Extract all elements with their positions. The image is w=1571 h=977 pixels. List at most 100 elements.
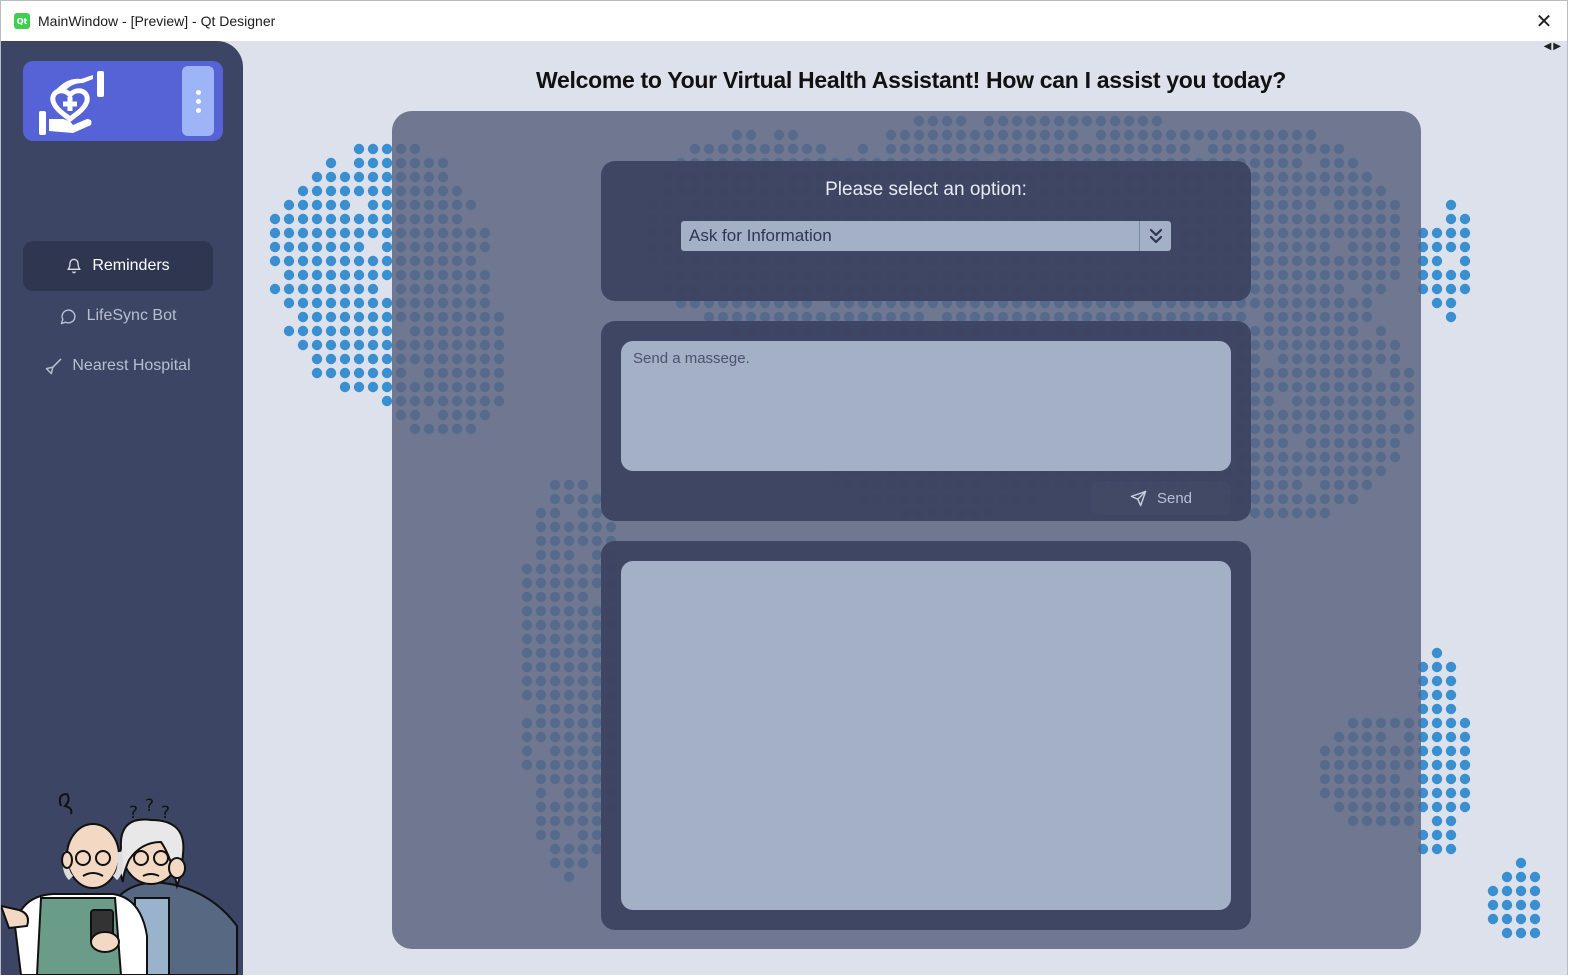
map-dot bbox=[325, 241, 337, 253]
map-dot bbox=[1501, 885, 1513, 897]
map-dot bbox=[381, 255, 393, 267]
map-dot bbox=[367, 367, 379, 379]
map-dot bbox=[1459, 731, 1471, 743]
map-dot bbox=[1529, 885, 1541, 897]
map-dot bbox=[311, 185, 323, 197]
map-dot bbox=[297, 227, 309, 239]
map-dot bbox=[353, 143, 365, 155]
map-dot bbox=[325, 339, 337, 351]
send-button[interactable]: Send bbox=[1091, 481, 1231, 515]
map-dot bbox=[325, 353, 337, 365]
map-dot bbox=[367, 325, 379, 337]
map-dot bbox=[325, 269, 337, 281]
map-dot bbox=[283, 241, 295, 253]
map-dot bbox=[1459, 213, 1471, 225]
map-dot bbox=[325, 157, 337, 169]
response-area bbox=[621, 561, 1231, 910]
map-dot bbox=[1529, 927, 1541, 939]
map-dot bbox=[1515, 913, 1527, 925]
map-dot bbox=[1459, 787, 1471, 799]
map-dot bbox=[311, 199, 323, 211]
map-dot bbox=[381, 325, 393, 337]
map-dot bbox=[367, 339, 379, 351]
sidebar-item-lifesync-bot[interactable]: LifeSync Bot bbox=[23, 291, 213, 341]
sidebar-item-nearest-hospital[interactable]: Nearest Hospital bbox=[23, 341, 213, 391]
map-dot bbox=[1459, 759, 1471, 771]
map-dot bbox=[1459, 801, 1471, 813]
map-dot bbox=[283, 283, 295, 295]
map-dot bbox=[297, 283, 309, 295]
map-dot bbox=[297, 185, 309, 197]
map-dot bbox=[1445, 801, 1457, 813]
map-dot bbox=[1529, 871, 1541, 883]
map-dot bbox=[311, 227, 323, 239]
hand-heart-care-icon bbox=[39, 71, 104, 135]
map-dot bbox=[325, 325, 337, 337]
map-dot bbox=[1445, 829, 1457, 841]
map-dot bbox=[1431, 269, 1443, 281]
scroll-arrows-icon[interactable]: ◀▶ bbox=[1544, 41, 1563, 52]
map-dot bbox=[381, 381, 393, 393]
map-dot bbox=[367, 269, 379, 281]
map-dot bbox=[1431, 745, 1443, 757]
map-dot bbox=[1445, 731, 1457, 743]
map-dot bbox=[1501, 871, 1513, 883]
map-dot bbox=[367, 381, 379, 393]
menu-toggle-button[interactable] bbox=[182, 66, 214, 136]
map-dot bbox=[381, 171, 393, 183]
bell-icon bbox=[67, 258, 81, 274]
map-dot bbox=[1431, 717, 1443, 729]
double-chevron-down-icon[interactable] bbox=[1139, 221, 1171, 251]
map-dot bbox=[381, 213, 393, 225]
map-dot bbox=[1515, 899, 1527, 911]
map-dot bbox=[311, 367, 323, 379]
map-dot bbox=[283, 325, 295, 337]
map-dot bbox=[311, 213, 323, 225]
map-dot bbox=[311, 339, 323, 351]
map-dot bbox=[297, 325, 309, 337]
map-dot bbox=[283, 227, 295, 239]
map-dot bbox=[1459, 283, 1471, 295]
close-button[interactable]: ✕ bbox=[1531, 9, 1557, 33]
map-dot bbox=[297, 255, 309, 267]
map-dot bbox=[339, 283, 351, 295]
qt-app-icon: Qt bbox=[14, 13, 30, 29]
map-dot bbox=[311, 255, 323, 267]
sidebar-item-reminders[interactable]: Reminders bbox=[23, 241, 213, 291]
map-dot bbox=[1445, 297, 1457, 309]
map-dot bbox=[283, 297, 295, 309]
map-dot bbox=[353, 269, 365, 281]
map-dot bbox=[381, 143, 393, 155]
map-dot bbox=[367, 213, 379, 225]
map-dot bbox=[325, 171, 337, 183]
map-dot bbox=[325, 283, 337, 295]
map-dot bbox=[381, 297, 393, 309]
option-select[interactable]: Ask for Information bbox=[681, 221, 1171, 251]
map-dot bbox=[297, 311, 309, 323]
map-dot bbox=[353, 381, 365, 393]
option-card: Please select an option: Ask for Informa… bbox=[601, 161, 1251, 301]
map-dot bbox=[353, 227, 365, 239]
map-dot bbox=[1445, 283, 1457, 295]
map-dot bbox=[1431, 283, 1443, 295]
map-dot bbox=[297, 339, 309, 351]
map-dot bbox=[297, 297, 309, 309]
map-dot bbox=[381, 269, 393, 281]
map-dot bbox=[1487, 899, 1499, 911]
map-dot bbox=[311, 311, 323, 323]
map-dot bbox=[1445, 241, 1457, 253]
map-dot bbox=[339, 199, 351, 211]
map-dot bbox=[1431, 787, 1443, 799]
title-bar: Qt MainWindow - [Preview] - Qt Designer … bbox=[1, 1, 1567, 41]
map-dot bbox=[339, 171, 351, 183]
map-dot bbox=[325, 297, 337, 309]
map-dot bbox=[367, 311, 379, 323]
map-dot bbox=[1431, 759, 1443, 771]
map-dot bbox=[269, 241, 281, 253]
map-dot bbox=[311, 241, 323, 253]
sidebar-item-label: Reminders bbox=[92, 257, 170, 274]
map-dot bbox=[1431, 675, 1443, 687]
message-input[interactable] bbox=[621, 341, 1231, 471]
map-dot bbox=[1445, 787, 1457, 799]
map-dot bbox=[339, 269, 351, 281]
